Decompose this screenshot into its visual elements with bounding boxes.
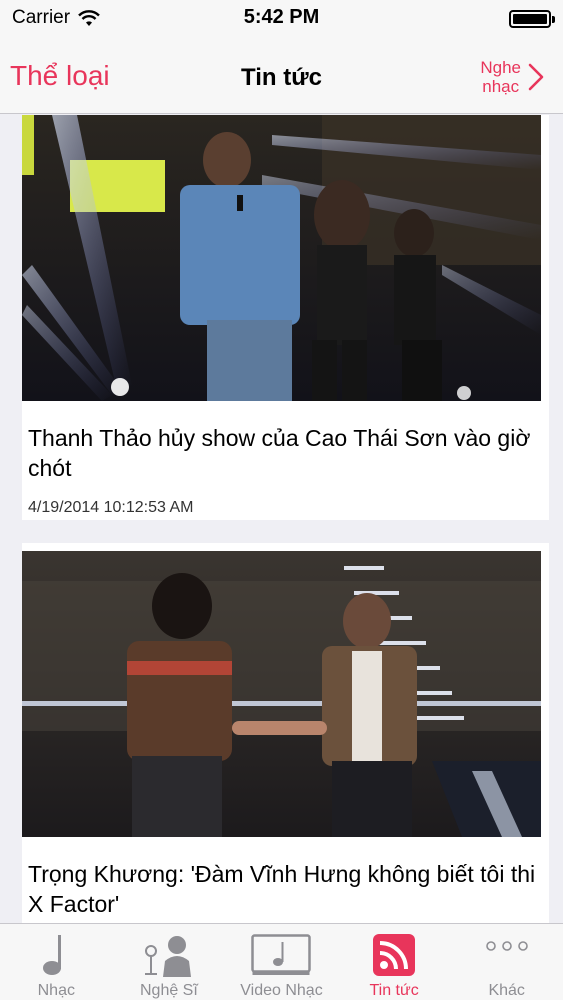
page-title: Tin tức bbox=[241, 64, 322, 91]
status-time: 5:42 PM bbox=[243, 6, 320, 28]
tab-artist-label: Nghệ Sĩ bbox=[139, 982, 198, 999]
navigation-bar: Thể loại Tin tức Nghe nhạc bbox=[0, 38, 563, 114]
tab-more-label: Khác bbox=[488, 982, 525, 999]
tab-music-video[interactable]: Video Nhạc bbox=[225, 924, 338, 1000]
listen-music-button[interactable]: Nghe nhạc bbox=[480, 58, 545, 96]
chevron-right-icon bbox=[528, 63, 544, 91]
tab-bar: Nhạc Nghệ Sĩ Video Nhạc Tin tức Khác bbox=[0, 923, 563, 1000]
tab-music[interactable]: Nhạc bbox=[0, 924, 113, 1000]
news-card[interactable]: Trọng Khương: 'Đàm Vĩnh Hưng không biết … bbox=[22, 543, 549, 923]
news-list[interactable]: Thanh Thảo hủy show của Cao Thái Sơn vào… bbox=[0, 115, 563, 923]
tab-artist[interactable]: Nghệ Sĩ bbox=[113, 924, 226, 1000]
tab-news-label: Tin tức bbox=[369, 982, 419, 999]
tab-music-label: Nhạc bbox=[37, 982, 75, 999]
tab-music-video-label: Video Nhạc bbox=[240, 982, 323, 999]
tab-more[interactable]: Khác bbox=[450, 924, 563, 1000]
news-card[interactable]: Thanh Thảo hủy show của Cao Thái Sơn vào… bbox=[22, 115, 549, 520]
status-bar: Carrier 5:42 PM bbox=[0, 0, 563, 38]
news-photo bbox=[22, 115, 541, 401]
artist-icon bbox=[139, 932, 199, 978]
news-photo bbox=[22, 551, 541, 837]
tab-news[interactable]: Tin tức bbox=[338, 924, 451, 1000]
news-date: 4/19/2014 10:12:53 AM bbox=[28, 499, 194, 516]
news-title[interactable]: Thanh Thảo hủy show của Cao Thái Sơn vào… bbox=[22, 423, 549, 483]
music-note-icon bbox=[26, 932, 86, 978]
rss-news-icon bbox=[364, 932, 424, 978]
news-title[interactable]: Trọng Khương: 'Đàm Vĩnh Hưng không biết … bbox=[22, 859, 549, 919]
battery-icon bbox=[509, 10, 555, 28]
music-video-icon bbox=[251, 932, 312, 978]
listen-music-label: Nghe nhạc bbox=[480, 58, 521, 96]
more-icon bbox=[477, 932, 537, 978]
